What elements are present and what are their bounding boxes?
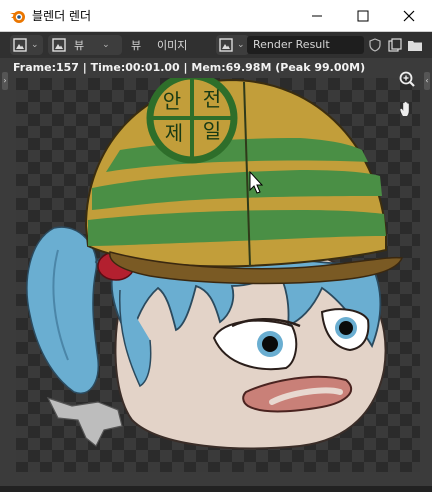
chevron-down-icon: ⌄ [102, 40, 110, 50]
helmet-char-2: 전 [203, 87, 221, 111]
viewport-footer [0, 486, 432, 492]
close-icon [403, 10, 415, 21]
window-title: 블렌더 렌더 [32, 9, 92, 23]
chevron-down-icon: ⌄ [31, 40, 39, 50]
left-toolbar-toggle[interactable]: › [2, 72, 8, 90]
maximize-button[interactable] [340, 0, 386, 31]
image-browse-icon [219, 38, 233, 52]
image-editor-icon [13, 38, 27, 52]
helmet-char-4: 일 [203, 119, 221, 143]
open-folder-icon [408, 40, 422, 51]
render-result-image: 안 전 제 일 [26, 78, 404, 450]
chevron-left-icon: ‹ [425, 76, 429, 85]
new-image-icon [388, 38, 402, 52]
helmet-char-1: 안 [163, 89, 181, 113]
helmet-char-3: 제 [165, 121, 183, 145]
fake-user-shield-icon [369, 38, 381, 52]
mode-label: 뷰 [74, 39, 85, 52]
maximize-icon [357, 10, 369, 21]
image-browse-button[interactable]: ⌄ [216, 35, 249, 55]
image-name-field[interactable]: Render Result [247, 36, 364, 54]
chevron-down-icon: ⌄ [237, 40, 245, 50]
open-image-button[interactable] [406, 36, 424, 54]
mode-dropdown[interactable]: 뷰 ⌄ [48, 35, 122, 55]
right-sidebar-toggle[interactable]: ‹ [424, 72, 430, 90]
fake-user-button[interactable] [367, 36, 383, 54]
minimize-button[interactable] [294, 0, 340, 31]
view-mode-icon [52, 38, 66, 52]
render-stats: Frame:157 | Time:00:01.00 | Mem:69.98M (… [13, 61, 366, 74]
window-titlebar: 블렌더 렌더 [0, 0, 432, 32]
editor-type-button[interactable]: ⌄ [10, 35, 43, 55]
new-image-button[interactable] [386, 36, 404, 54]
close-button[interactable] [386, 0, 432, 31]
chevron-right-icon: › [3, 76, 7, 85]
blender-logo-icon [10, 11, 25, 23]
minimize-icon [312, 15, 322, 16]
menu-image[interactable]: 이미지 [157, 35, 187, 55]
menu-view[interactable]: 뷰 [131, 35, 141, 55]
